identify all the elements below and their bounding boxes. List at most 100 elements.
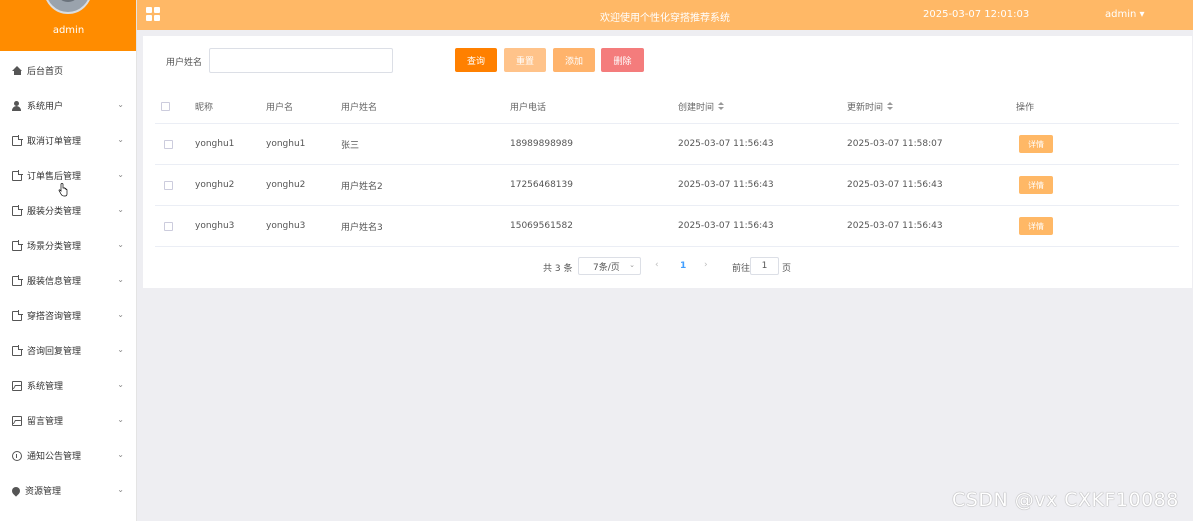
chevron-down-icon: ⌄ [117,450,124,459]
chevron-down-icon: ⌄ [117,380,124,389]
cell-nickname: yonghu1 [195,139,235,149]
chevron-down-icon: ⌄ [117,415,124,424]
avatar[interactable] [44,0,92,14]
cell-username: yonghu1 [266,139,306,149]
sidebar-profile: admin [0,0,136,51]
goto-unit: 页 [782,264,792,274]
prev-page-icon[interactable]: ‹ [655,260,659,270]
chevron-down-icon: ⌄ [629,261,635,269]
sidebar-item-label: 系统用户 [27,102,64,112]
chevron-down-icon: ⌄ [117,135,124,144]
delete-button[interactable]: 删除 [601,48,644,72]
sidebar-item-system-management[interactable]: 系统管理 ⌄ [0,368,137,403]
sidebar-username: admin [52,25,85,36]
sidebar-item-scene-category[interactable]: 场景分类管理 ⌄ [0,228,137,263]
column-header-username: 用户名 [266,103,294,113]
document-icon [12,169,23,181]
goto-page-input[interactable] [750,257,779,275]
document-icon [12,239,23,251]
row-checkbox[interactable] [164,221,173,231]
row-checkbox[interactable] [164,180,173,190]
sidebar-item-label: 后台首页 [27,67,64,77]
cell-updated: 2025-03-07 11:56:43 [847,221,943,231]
page-size-select[interactable]: 7条/页 ⌄ [578,257,641,275]
chevron-down-icon: ⌄ [117,345,124,354]
select-all-checkbox[interactable] [161,102,170,111]
sidebar-item-messages[interactable]: 留言管理 ⌄ [0,403,137,438]
detail-button[interactable]: 详情 [1019,217,1053,235]
picture-icon [12,380,22,391]
add-button[interactable]: 添加 [553,48,595,72]
cell-phone: 17256468139 [510,180,573,190]
column-header-label: 创建时间 [678,103,715,113]
picture-icon [12,415,22,426]
search-label: 用户姓名 [166,58,203,68]
page-size-value: 7条/页 [593,262,620,273]
sidebar-item-home[interactable]: 后台首页 [0,53,137,88]
cell-phone: 15069561582 [510,221,573,231]
table-row: yonghu1 yonghu1 张三 18989898989 2025-03-0… [155,124,1179,165]
sidebar-item-announcements[interactable]: 通知公告管理 ⌄ [0,438,137,473]
chevron-down-icon: ⌄ [117,240,124,249]
chevron-down-icon: ⌄ [117,170,124,179]
top-header: 欢迎使用个性化穿搭推荐系统 2025-03-07 12:01:03 admin … [137,0,1193,30]
document-icon [12,204,23,216]
cell-name: 用户姓名2 [341,181,383,192]
sidebar-item-after-sales[interactable]: 订单售后管理 ⌄ [0,158,137,193]
cell-nickname: yonghu2 [195,180,235,190]
sidebar-item-system-users[interactable]: 系统用户 ⌄ [0,88,137,123]
header-title: 欢迎使用个性化穿搭推荐系统 [600,13,730,24]
cell-username: yonghu2 [266,180,306,190]
table-header-row: 昵称 用户名 用户姓名 用户电话 创建时间 更新时间 操作 [155,90,1179,124]
pagination: 共 3 条 7条/页 ⌄ ‹ 1 › 前往 页 [143,256,1192,276]
cell-nickname: yonghu3 [195,221,235,231]
sidebar-item-clothing-info[interactable]: 服装信息管理 ⌄ [0,263,137,298]
next-page-icon[interactable]: › [704,260,708,270]
search-input[interactable] [209,48,393,73]
document-icon [12,134,23,146]
cell-name: 用户姓名3 [341,222,383,233]
reset-button[interactable]: 重置 [504,48,546,72]
user-dropdown[interactable]: admin ▾ [1105,9,1145,20]
menu-grid-icon[interactable] [146,7,160,21]
sidebar-item-label: 留言管理 [27,417,64,427]
document-icon [12,344,23,356]
watermark: CSDN @vx CXKF10088 [952,489,1179,511]
chevron-down-icon: ⌄ [117,205,124,214]
sidebar-item-label: 服装信息管理 [27,277,82,287]
table-row: yonghu3 yonghu3 用户姓名3 15069561582 2025-0… [155,206,1179,247]
sidebar-menu: 后台首页 系统用户 ⌄ 取消订单管理 ⌄ 订单售后管理 ⌄ 服装分类管理 ⌄ 场… [0,53,137,508]
main-panel: 用户姓名 查询 重置 添加 删除 昵称 用户名 用户姓名 用户电话 创建时间 更… [143,36,1192,288]
header-datetime: 2025-03-07 12:01:03 [923,9,1030,20]
column-header-actions: 操作 [1016,103,1035,113]
sidebar-item-label: 服装分类管理 [27,207,82,217]
chevron-down-icon: ⌄ [117,275,124,284]
sidebar-item-consult-reply[interactable]: 咨询回复管理 ⌄ [0,333,137,368]
detail-button[interactable]: 详情 [1019,176,1053,194]
sidebar-item-label: 咨询回复管理 [27,347,82,357]
sidebar: admin 后台首页 系统用户 ⌄ 取消订单管理 ⌄ 订单售后管理 ⌄ 服装分类… [0,0,137,521]
page-number-current[interactable]: 1 [680,261,686,271]
chevron-down-icon: ⌄ [117,485,124,494]
row-checkbox[interactable] [164,139,173,149]
sidebar-item-resources[interactable]: 资源管理 ⌄ [0,473,137,508]
mouse-pointer-icon [58,183,68,197]
sidebar-item-cancel-orders[interactable]: 取消订单管理 ⌄ [0,123,137,158]
cell-name: 张三 [341,140,360,151]
detail-button[interactable]: 详情 [1019,135,1053,153]
goto-label: 前往 [732,264,751,274]
cell-created: 2025-03-07 11:56:43 [678,139,774,149]
sidebar-item-outfit-consult[interactable]: 穿搭咨询管理 ⌄ [0,298,137,333]
sidebar-item-label: 系统管理 [27,382,64,392]
sidebar-item-clothing-category[interactable]: 服装分类管理 ⌄ [0,193,137,228]
cell-created: 2025-03-07 11:56:43 [678,221,774,231]
sidebar-item-label: 资源管理 [25,487,62,497]
column-header-phone: 用户电话 [510,103,547,113]
cell-created: 2025-03-07 11:56:43 [678,180,774,190]
sort-icon[interactable] [718,102,725,111]
query-button[interactable]: 查询 [455,48,497,72]
chevron-down-icon: ⌄ [117,310,124,319]
sort-icon[interactable] [887,102,894,111]
sidebar-item-label: 场景分类管理 [27,242,82,252]
column-header-name: 用户姓名 [341,103,378,113]
